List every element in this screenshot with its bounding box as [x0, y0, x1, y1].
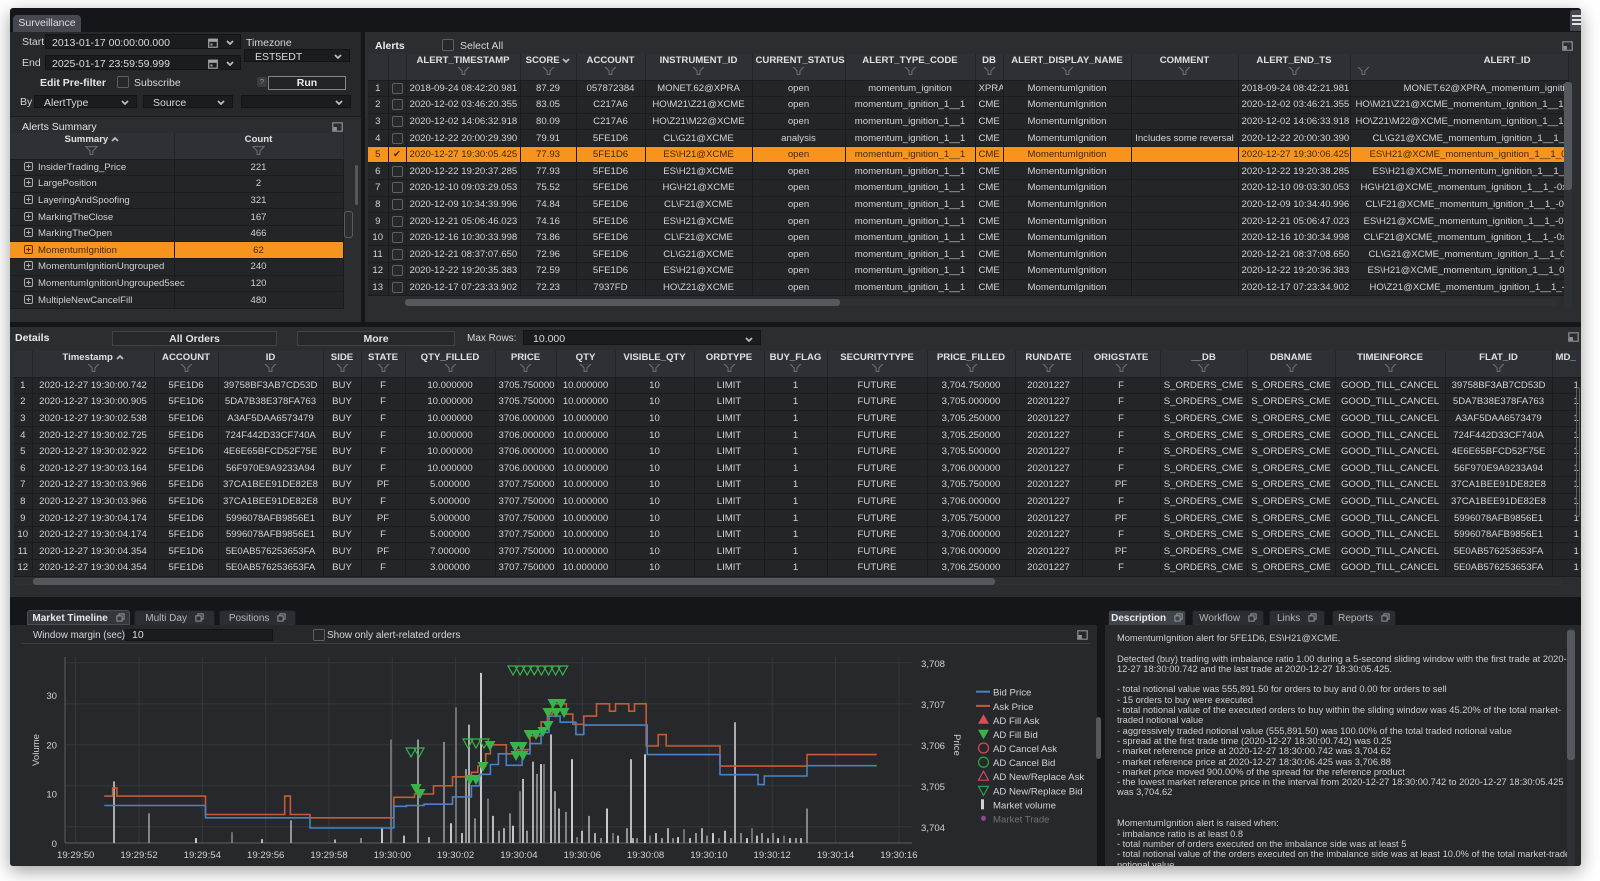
svg-text:Market volume: Market volume — [993, 800, 1056, 811]
svg-text:10: 10 — [46, 790, 57, 801]
svg-text:AD Cancel Bid: AD Cancel Bid — [993, 758, 1055, 769]
svg-text:30: 30 — [46, 691, 57, 702]
svg-text:AD New/Replace Bid: AD New/Replace Bid — [993, 786, 1083, 797]
svg-text:19:30:14: 19:30:14 — [817, 850, 855, 861]
svg-text:AD New/Replace Ask: AD New/Replace Ask — [993, 772, 1084, 783]
svg-text:19:30:08: 19:30:08 — [627, 850, 664, 861]
svg-text:3,705: 3,705 — [921, 782, 945, 793]
svg-text:20: 20 — [46, 740, 57, 751]
svg-text:Market Trade: Market Trade — [993, 814, 1050, 825]
svg-text:AD Cancel Ask: AD Cancel Ask — [993, 744, 1057, 755]
svg-text:Bid Price: Bid Price — [993, 688, 1031, 699]
svg-text:0: 0 — [52, 839, 57, 850]
svg-text:19:30:02: 19:30:02 — [437, 850, 474, 861]
svg-text:Ask Price: Ask Price — [993, 702, 1034, 713]
svg-text:Price: Price — [951, 734, 962, 756]
svg-text:19:30:04: 19:30:04 — [500, 850, 538, 861]
svg-text:19:29:52: 19:29:52 — [120, 850, 157, 861]
svg-text:19:30:06: 19:30:06 — [564, 850, 601, 861]
svg-text:19:30:16: 19:30:16 — [880, 850, 917, 861]
svg-text:3,704: 3,704 — [921, 823, 946, 834]
svg-text:3,706: 3,706 — [921, 741, 945, 752]
svg-text:19:30:00: 19:30:00 — [374, 850, 411, 861]
svg-text:19:30:10: 19:30:10 — [690, 850, 727, 861]
svg-text:19:29:56: 19:29:56 — [247, 850, 284, 861]
svg-text:19:30:12: 19:30:12 — [754, 850, 791, 861]
svg-text:AD Fill Bid: AD Fill Bid — [993, 730, 1038, 741]
svg-text:3,707: 3,707 — [921, 700, 945, 711]
svg-text:AD Fill Ask: AD Fill Ask — [993, 716, 1040, 727]
svg-text:Volume: Volume — [31, 734, 42, 766]
svg-text:19:29:50: 19:29:50 — [57, 850, 94, 861]
svg-text:19:29:58: 19:29:58 — [310, 850, 347, 861]
svg-text:3,708: 3,708 — [921, 659, 945, 670]
svg-text:19:29:54: 19:29:54 — [184, 850, 222, 861]
